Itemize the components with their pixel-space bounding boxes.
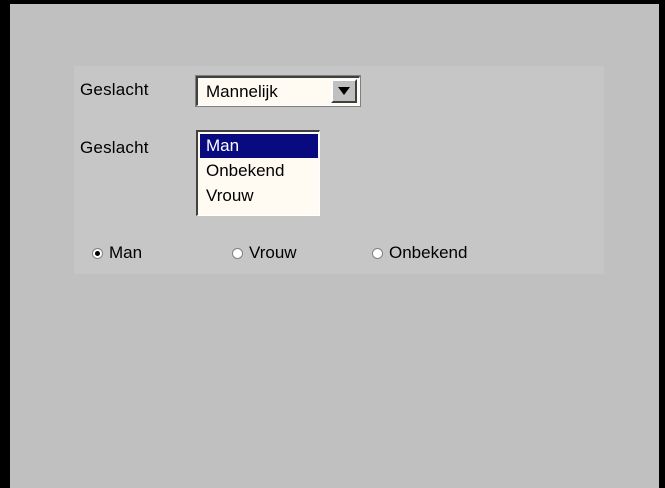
radio-vrouw-label: Vrouw (249, 243, 297, 262)
radio-man[interactable]: Man (92, 243, 142, 263)
form-panel: Geslacht Mannelijk Geslacht Man Onbekend… (10, 4, 659, 488)
listbox-item-man[interactable]: Man (200, 134, 318, 158)
window-frame: Geslacht Mannelijk Geslacht Man Onbekend… (0, 0, 665, 488)
gender-listbox-label: Geslacht (80, 138, 149, 157)
gender-listbox[interactable]: Man Onbekend Vrouw (196, 130, 320, 216)
listbox-item-vrouw[interactable]: Vrouw (200, 184, 318, 208)
radio-checked-icon (92, 247, 103, 259)
gender-dropdown-value: Mannelijk (206, 82, 278, 101)
radio-unchecked-icon (232, 247, 243, 259)
radio-man-label: Man (109, 243, 143, 262)
chevron-down-icon (338, 87, 350, 95)
listbox-item-onbekend[interactable]: Onbekend (200, 159, 318, 183)
radio-vrouw[interactable]: Vrouw (232, 243, 297, 263)
gender-dropdown-label: Geslacht (80, 80, 149, 99)
radio-onbekend[interactable]: Onbekend (372, 243, 467, 263)
radio-onbekend-label: Onbekend (389, 243, 468, 262)
radio-unchecked-icon (372, 247, 383, 259)
gender-dropdown[interactable]: Mannelijk (195, 75, 361, 107)
dropdown-toggle-button[interactable] (331, 79, 357, 103)
